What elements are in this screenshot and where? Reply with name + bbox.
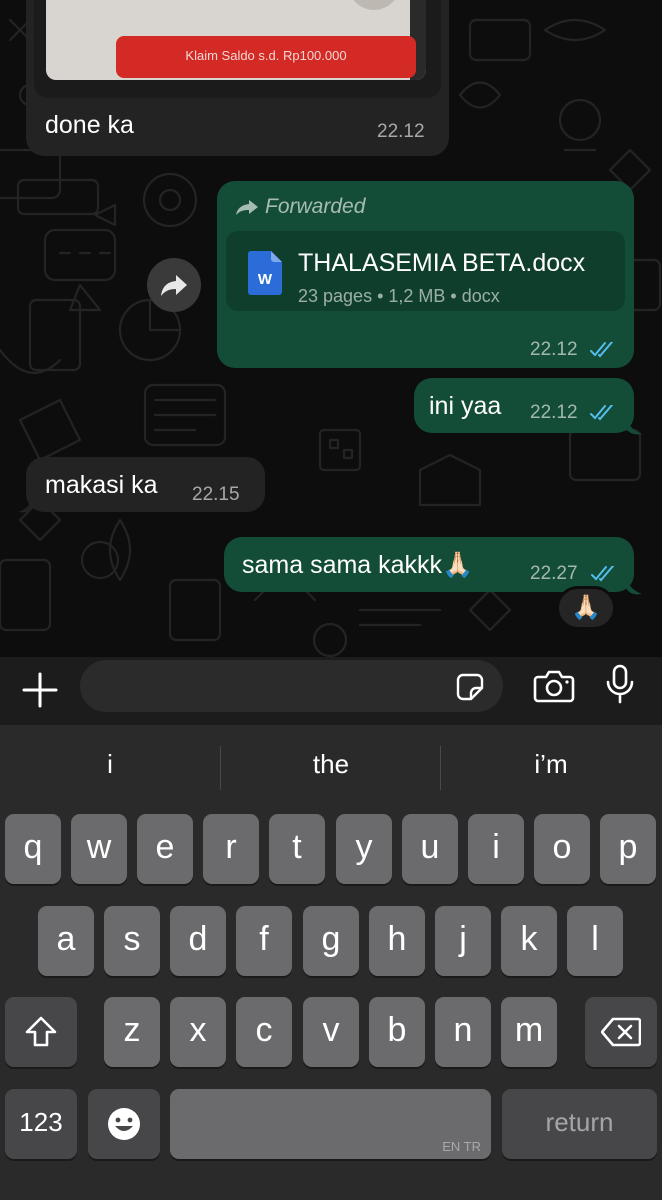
message-text: sama sama kakkk🙏🏻 bbox=[242, 551, 474, 579]
microphone-icon[interactable] bbox=[605, 664, 635, 704]
key-x[interactable]: x bbox=[170, 997, 226, 1067]
key-o[interactable]: o bbox=[534, 814, 590, 884]
bubble-tail bbox=[626, 418, 642, 435]
keyboard: i the i’m q w e r t y u i o p a s d f g … bbox=[0, 725, 662, 1200]
backspace-icon bbox=[600, 1017, 642, 1047]
key-a[interactable]: a bbox=[38, 906, 94, 976]
key-p[interactable]: p bbox=[600, 814, 656, 884]
message-time: 22.15 bbox=[192, 484, 240, 505]
svg-text:W: W bbox=[258, 271, 273, 288]
outgoing-message-bubble[interactable]: ini yaa 22.12 bbox=[414, 378, 634, 433]
key-d[interactable]: d bbox=[170, 906, 226, 976]
backspace-key[interactable] bbox=[585, 997, 657, 1067]
image-message-bubble[interactable]: Klaim Saldo s.d. Rp100.000 done ka 22.12 bbox=[26, 0, 449, 156]
key-u[interactable]: u bbox=[402, 814, 458, 884]
forwarded-label: Forwarded bbox=[265, 195, 366, 218]
incoming-message-bubble[interactable]: makasi ka 22.15 bbox=[26, 457, 265, 512]
bubble-tail bbox=[626, 578, 642, 595]
key-g[interactable]: g bbox=[303, 906, 359, 976]
key-s[interactable]: s bbox=[104, 906, 160, 976]
space-language-label: EN TR bbox=[442, 1139, 481, 1154]
key-n[interactable]: n bbox=[435, 997, 491, 1067]
forwarded-document-bubble[interactable]: Forwarded W THALASEMIA BETA.docx 23 page… bbox=[217, 181, 634, 368]
forwarded-header: Forwarded bbox=[235, 195, 365, 219]
key-e[interactable]: e bbox=[137, 814, 193, 884]
forward-share-button[interactable] bbox=[147, 258, 201, 312]
suggestion-item[interactable]: i bbox=[0, 749, 220, 780]
document-attachment[interactable]: W THALASEMIA BETA.docx 23 pages • 1,2 MB… bbox=[226, 231, 625, 311]
key-z[interactable]: z bbox=[104, 997, 160, 1067]
document-meta: 23 pages • 1,2 MB • docx bbox=[298, 286, 500, 306]
key-b[interactable]: b bbox=[369, 997, 425, 1067]
key-c[interactable]: c bbox=[236, 997, 292, 1067]
message-input-bar bbox=[0, 657, 662, 725]
key-f[interactable]: f bbox=[236, 906, 292, 976]
key-h[interactable]: h bbox=[369, 906, 425, 976]
forwarded-arrow-icon bbox=[236, 200, 258, 216]
document-name: THALASEMIA BETA.docx bbox=[298, 249, 586, 277]
bubble-tail bbox=[18, 496, 34, 513]
chat-area[interactable]: Klaim Saldo s.d. Rp100.000 done ka 22.12… bbox=[0, 0, 662, 657]
message-time: 22.12 bbox=[530, 339, 578, 360]
suggestion-bar: i the i’m bbox=[0, 725, 662, 810]
suggestion-item[interactable]: i’m bbox=[441, 749, 661, 780]
message-text: done ka bbox=[45, 111, 134, 139]
key-w[interactable]: w bbox=[71, 814, 127, 884]
key-q[interactable]: q bbox=[5, 814, 61, 884]
key-r[interactable]: r bbox=[203, 814, 259, 884]
read-ticks-icon bbox=[591, 566, 614, 582]
key-m[interactable]: m bbox=[501, 997, 557, 1067]
share-arrow-icon bbox=[161, 275, 187, 296]
read-ticks-icon bbox=[590, 342, 613, 358]
key-v[interactable]: v bbox=[303, 997, 359, 1067]
shift-key[interactable] bbox=[5, 997, 77, 1067]
plus-icon[interactable] bbox=[20, 670, 60, 710]
key-k[interactable]: k bbox=[501, 906, 557, 976]
outgoing-message-bubble[interactable]: sama sama kakkk🙏🏻 22.27 bbox=[224, 537, 634, 592]
space-key[interactable]: EN TR bbox=[170, 1089, 491, 1159]
camera-icon[interactable] bbox=[533, 668, 575, 704]
emoji-icon bbox=[108, 1108, 140, 1140]
message-text: makasi ka bbox=[45, 471, 158, 499]
key-i[interactable]: i bbox=[468, 814, 524, 884]
screenshot-thumbnail: Klaim Saldo s.d. Rp100.000 bbox=[46, 0, 426, 80]
numbers-key[interactable]: 123 bbox=[5, 1089, 77, 1159]
read-ticks-icon bbox=[590, 405, 613, 421]
message-input[interactable] bbox=[80, 660, 503, 712]
thumbnail-claim-text: Klaim Saldo s.d. Rp100.000 bbox=[185, 48, 347, 63]
image-attachment[interactable]: Klaim Saldo s.d. Rp100.000 bbox=[34, 0, 441, 98]
message-time: 22.12 bbox=[530, 402, 578, 423]
sticker-icon[interactable] bbox=[455, 672, 485, 702]
suggestion-item[interactable]: the bbox=[221, 749, 441, 780]
key-l[interactable]: l bbox=[567, 906, 623, 976]
word-document-icon: W bbox=[248, 251, 282, 295]
key-t[interactable]: t bbox=[269, 814, 325, 884]
return-key[interactable]: return bbox=[502, 1089, 657, 1159]
shift-icon bbox=[25, 1016, 57, 1047]
emoji-key[interactable] bbox=[88, 1089, 160, 1159]
thumbnail-claim-button: Klaim Saldo s.d. Rp100.000 bbox=[116, 36, 416, 78]
message-time: 22.27 bbox=[530, 563, 578, 584]
message-text: ini yaa bbox=[429, 392, 502, 420]
key-y[interactable]: y bbox=[336, 814, 392, 884]
key-j[interactable]: j bbox=[435, 906, 491, 976]
message-reaction[interactable]: 🙏🏻 bbox=[556, 586, 616, 630]
message-time: 22.12 bbox=[377, 121, 425, 142]
